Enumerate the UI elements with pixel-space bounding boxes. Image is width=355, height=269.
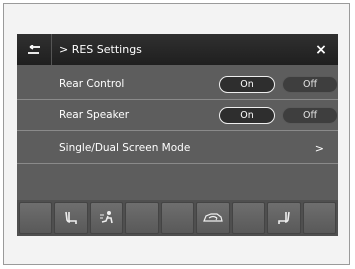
rear-control-label: Rear Control bbox=[59, 78, 125, 90]
bottom-button-7[interactable] bbox=[231, 202, 266, 234]
page-title: > RES Settings bbox=[59, 43, 142, 56]
res-settings-screen: > RES Settings × Rear Control On Off Rea… bbox=[17, 34, 338, 236]
recirculation-car-icon bbox=[202, 212, 224, 224]
chevron-right-icon: > bbox=[314, 142, 324, 155]
rear-speaker-on-button[interactable]: On bbox=[219, 107, 275, 124]
seat-heater-right-button[interactable] bbox=[267, 202, 301, 234]
bottom-button-4[interactable] bbox=[125, 202, 159, 234]
screen-mode-label: Single/Dual Screen Mode bbox=[59, 142, 191, 154]
settings-row-rear-control: Rear Control On Off bbox=[17, 70, 338, 100]
rear-control-on-button[interactable]: On bbox=[219, 76, 275, 93]
bottom-button-9[interactable] bbox=[302, 202, 336, 234]
fan-mode-icon bbox=[98, 209, 116, 227]
rear-control-off-button[interactable]: Off bbox=[282, 76, 338, 93]
header-bar: > RES Settings × bbox=[17, 34, 338, 65]
close-icon: × bbox=[315, 41, 327, 58]
bottom-button-1[interactable] bbox=[19, 202, 53, 234]
fan-mode-button[interactable] bbox=[89, 202, 124, 234]
bottom-button-5[interactable] bbox=[160, 202, 195, 234]
return-arrow-icon bbox=[27, 40, 41, 59]
settings-row-screen-mode[interactable]: Single/Dual Screen Mode > bbox=[17, 134, 338, 164]
climate-bottom-bar bbox=[17, 200, 338, 236]
close-button[interactable]: × bbox=[304, 34, 338, 65]
seat-heater-left-icon bbox=[63, 210, 79, 226]
rear-speaker-off-button[interactable]: Off bbox=[282, 107, 338, 124]
rear-speaker-label: Rear Speaker bbox=[59, 109, 130, 121]
seat-heater-left-button[interactable] bbox=[54, 202, 88, 234]
recirculation-button[interactable] bbox=[196, 202, 230, 234]
back-button[interactable] bbox=[17, 34, 52, 65]
seat-heater-right-icon bbox=[276, 210, 292, 226]
settings-row-rear-speaker: Rear Speaker On Off bbox=[17, 101, 338, 131]
